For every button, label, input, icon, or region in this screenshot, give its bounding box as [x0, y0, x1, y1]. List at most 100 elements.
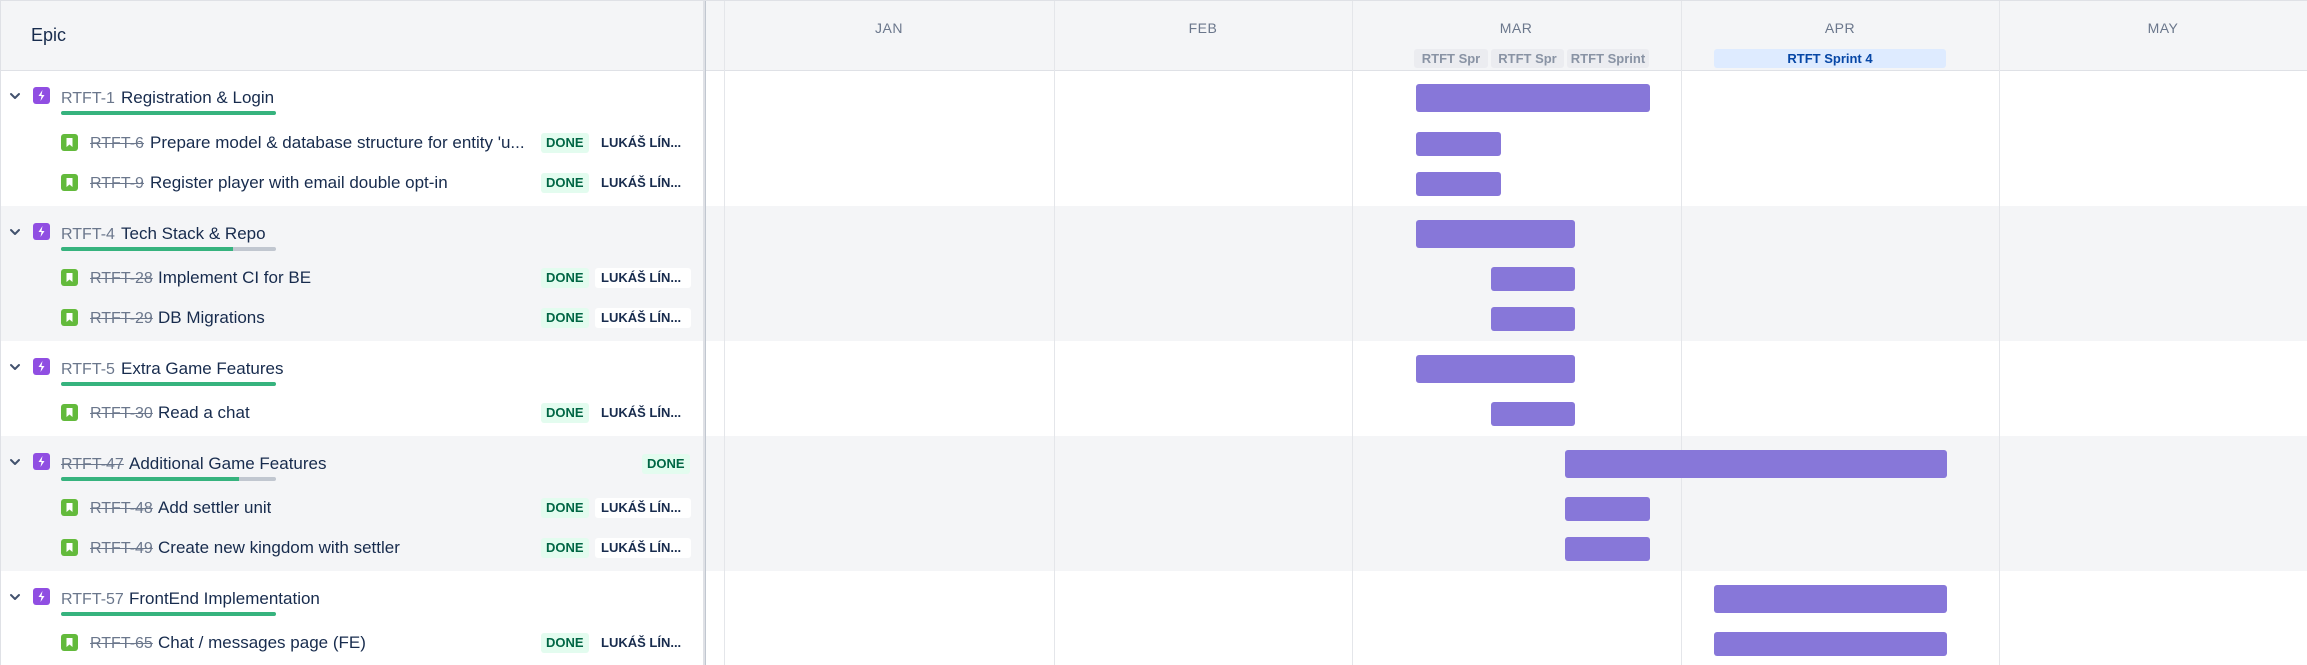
story-row[interactable]: RTFT-48 Add settler unit DONE LUKÁŠ LÍN... [1, 497, 703, 519]
month-label: JAN [875, 20, 903, 36]
epic-row[interactable]: RTFT-1 Registration & Login [1, 81, 703, 115]
epic-progress-fill [61, 111, 276, 115]
epic-timeline-bar[interactable] [1416, 355, 1575, 383]
sprint-marker[interactable]: RTFT Spr [1414, 49, 1488, 68]
issue-key[interactable]: RTFT-30 [90, 405, 153, 423]
epic-progress-fill [61, 247, 233, 251]
epic-icon [33, 87, 50, 104]
story-icon [61, 174, 78, 191]
issue-summary[interactable]: Chat / messages page (FE) [158, 633, 366, 653]
issue-summary[interactable]: Extra Game Features [121, 359, 284, 379]
epic-timeline-bar[interactable] [1565, 450, 1947, 478]
epic-timeline-bar[interactable] [1416, 220, 1575, 248]
epic-row[interactable]: RTFT-47 Additional Game Features DONE [1, 447, 703, 481]
list-header: Epic [1, 1, 703, 71]
month-gridline [1999, 1, 2000, 665]
issue-summary[interactable]: Registration & Login [121, 88, 274, 108]
epic-progress-fill [61, 612, 276, 616]
issue-key[interactable]: RTFT-4 [61, 226, 115, 244]
story-row[interactable]: RTFT-29 DB Migrations DONE LUKÁŠ LÍN... [1, 307, 703, 329]
status-lozenge: DONE [541, 133, 589, 153]
issue-key[interactable]: RTFT-5 [61, 361, 115, 379]
story-timeline-bar[interactable] [1491, 402, 1575, 426]
issue-key[interactable]: RTFT-28 [90, 270, 153, 288]
chevron-down-icon[interactable] [8, 89, 22, 103]
issue-key[interactable]: RTFT-48 [90, 500, 153, 518]
issue-key[interactable]: RTFT-65 [90, 635, 153, 653]
story-timeline-bar[interactable] [1491, 267, 1575, 291]
issue-key[interactable]: RTFT-49 [90, 540, 153, 558]
story-row[interactable]: RTFT-49 Create new kingdom with settler DO… [1, 537, 703, 559]
story-timeline-bar[interactable] [1565, 537, 1650, 561]
status-lozenge: DONE [541, 308, 589, 328]
story-timeline-bar[interactable] [1565, 497, 1650, 521]
issue-key[interactable]: RTFT-1 [61, 90, 115, 108]
issue-summary[interactable]: Add settler unit [158, 498, 271, 518]
issue-key[interactable]: RTFT-47 [61, 456, 124, 474]
month-gridline [1352, 1, 1353, 665]
chevron-down-icon[interactable] [8, 590, 22, 604]
issue-key[interactable]: RTFT-9 [90, 175, 144, 193]
issue-key[interactable]: RTFT-29 [90, 310, 153, 328]
issue-summary[interactable]: Create new kingdom with settler [158, 538, 400, 558]
epic-row[interactable]: RTFT-4 Tech Stack & Repo [1, 217, 703, 251]
month-label: FEB [1188, 20, 1218, 36]
epic-row[interactable]: RTFT-5 Extra Game Features [1, 352, 703, 386]
story-timeline-bar[interactable] [1416, 172, 1501, 196]
story-row[interactable]: RTFT-30 Read a chat DONE LUKÁŠ LÍN... [1, 402, 703, 424]
month-label: MAR [1499, 20, 1533, 36]
story-row[interactable]: RTFT-9 Register player with email double … [1, 172, 703, 194]
epic-progress-bar [61, 111, 276, 115]
epic-progress-bar [61, 477, 276, 481]
story-timeline-bar[interactable] [1714, 632, 1947, 656]
pane-resize-handle[interactable] [703, 1, 706, 665]
story-icon [61, 499, 78, 516]
status-lozenge: DONE [541, 268, 589, 288]
chevron-down-icon[interactable] [8, 225, 22, 239]
issue-key[interactable]: RTFT-57 [61, 591, 124, 609]
assignee-label[interactable]: LUKÁŠ LÍN... [595, 268, 691, 288]
month-gridline [1054, 1, 1055, 665]
assignee-label[interactable]: LUKÁŠ LÍN... [595, 403, 691, 423]
assignee-label[interactable]: LUKÁŠ LÍN... [595, 133, 691, 153]
issue-summary[interactable]: Additional Game Features [129, 454, 327, 474]
issue-summary[interactable]: Register player with email double opt-in [150, 173, 448, 193]
chevron-down-icon[interactable] [8, 455, 22, 469]
status-lozenge: DONE [541, 538, 589, 558]
epic-timeline-bar[interactable] [1416, 84, 1650, 112]
sprint-marker[interactable]: RTFT Sprint 4 [1714, 49, 1946, 68]
epic-timeline-bar[interactable] [1714, 585, 1947, 613]
story-timeline-bar[interactable] [1491, 307, 1575, 331]
story-icon [61, 134, 78, 151]
issue-summary[interactable]: FrontEnd Implementation [129, 589, 320, 609]
story-row[interactable]: RTFT-65 Chat / messages page (FE) DONE LUKÁ… [1, 632, 703, 654]
issue-summary[interactable]: Tech Stack & Repo [121, 224, 266, 244]
issue-summary[interactable]: DB Migrations [158, 308, 265, 328]
assignee-label[interactable]: LUKÁŠ LÍN... [595, 173, 691, 193]
story-icon [61, 309, 78, 326]
status-lozenge: DONE [541, 498, 589, 518]
sprint-marker[interactable]: RTFT Sprint [1567, 49, 1649, 68]
assignee-label[interactable]: LUKÁŠ LÍN... [595, 538, 691, 558]
issue-summary[interactable]: Read a chat [158, 403, 250, 423]
epic-progress-bar [61, 247, 276, 251]
epic-row[interactable]: RTFT-57 FrontEnd Implementation [1, 582, 703, 616]
story-timeline-bar[interactable] [1416, 132, 1501, 156]
issue-summary[interactable]: Implement CI for BE [158, 268, 311, 288]
issue-summary[interactable]: Prepare model & database structure for e… [150, 133, 525, 153]
story-icon [61, 404, 78, 421]
month-label: APR [1824, 20, 1856, 36]
epic-progress-bar [61, 382, 276, 386]
assignee-label[interactable]: LUKÁŠ LÍN... [595, 308, 691, 328]
issue-key[interactable]: RTFT-6 [90, 135, 144, 153]
assignee-label[interactable]: LUKÁŠ LÍN... [595, 498, 691, 518]
story-row[interactable]: RTFT-28 Implement CI for BE DONE LUKÁŠ LÍN.… [1, 267, 703, 289]
column-title: Epic [31, 25, 67, 45]
roadmap-view: Epic JAN FEB MAR APR MAY RTFT Spr RTFT Spr RTFT… [0, 0, 2307, 665]
sprint-marker[interactable]: RTFT Spr [1491, 49, 1564, 68]
story-row[interactable]: RTFT-6 Prepare model & database structure… [1, 132, 703, 154]
epic-progress-fill [61, 382, 276, 386]
assignee-label[interactable]: LUKÁŠ LÍN... [595, 633, 691, 653]
chevron-down-icon[interactable] [8, 360, 22, 374]
story-icon [61, 634, 78, 651]
